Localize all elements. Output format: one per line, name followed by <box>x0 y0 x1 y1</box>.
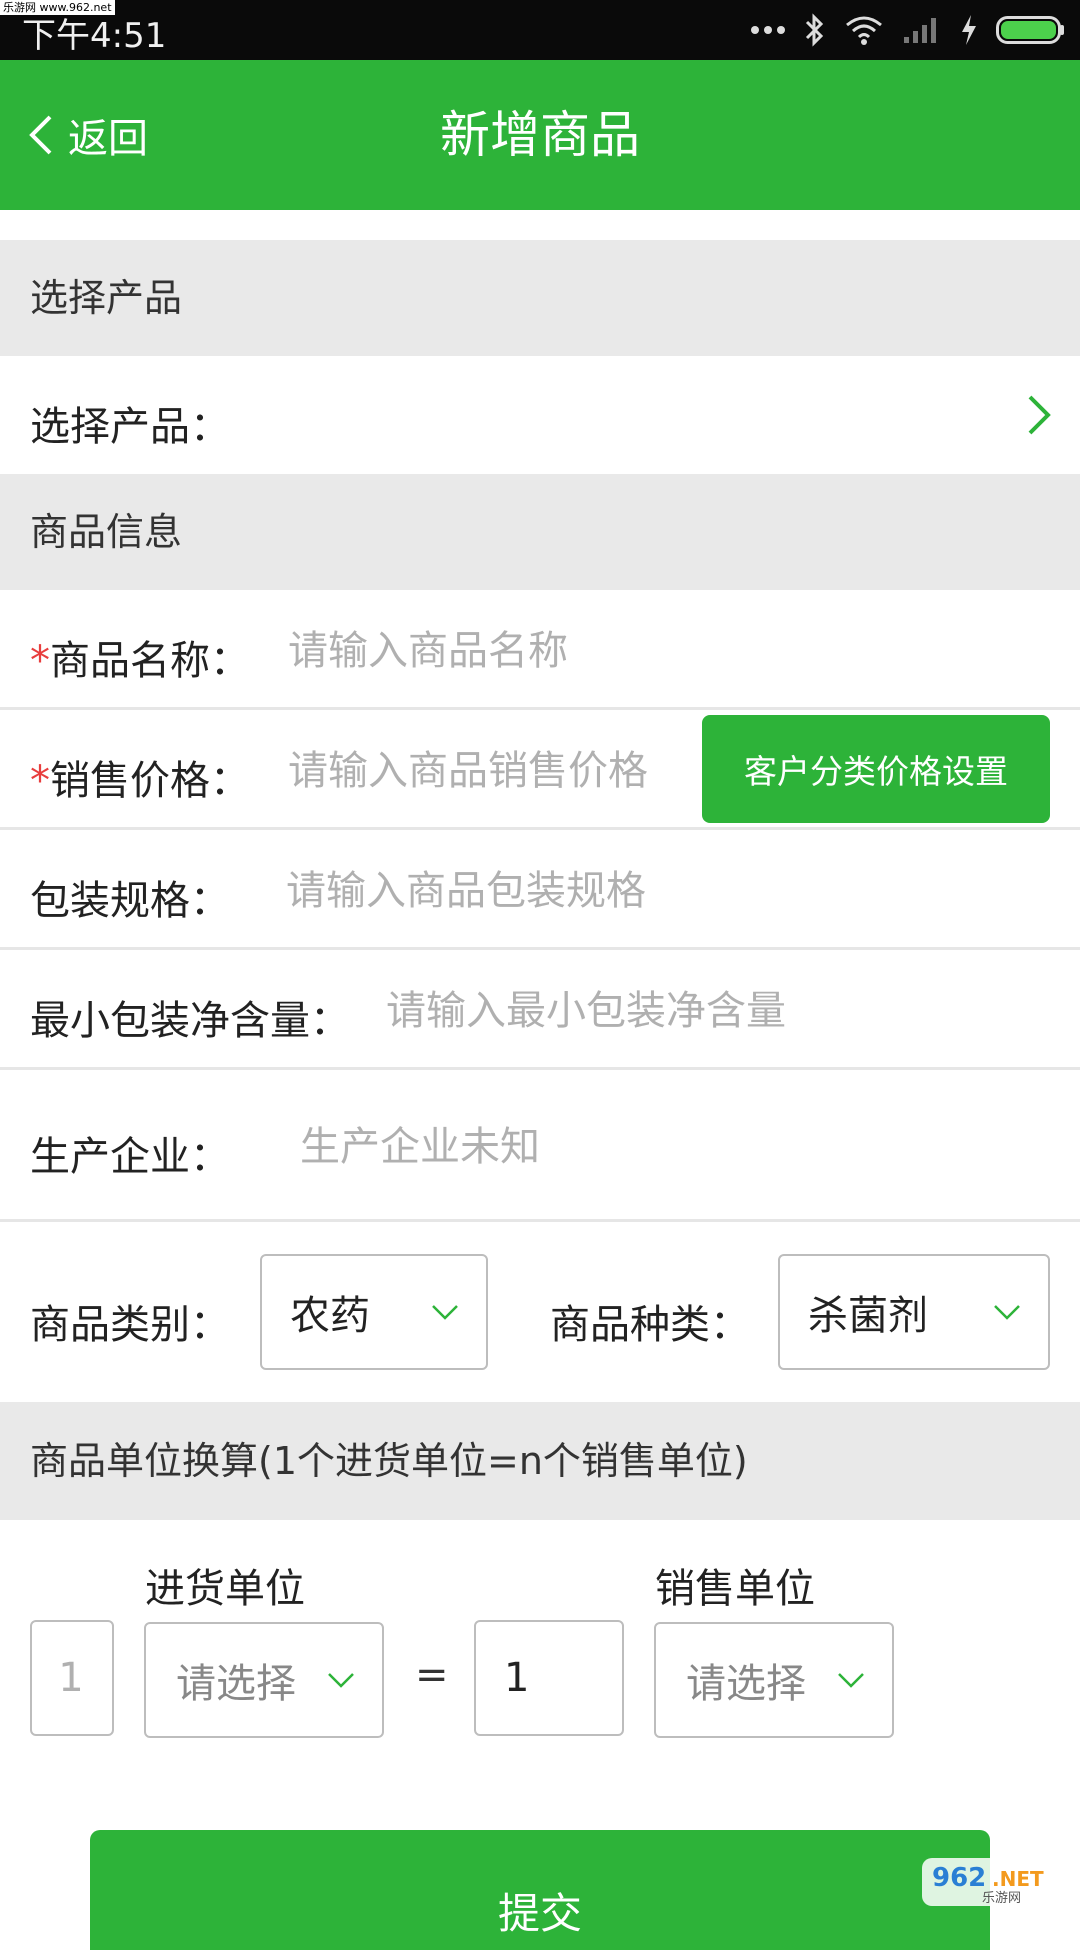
submit-button[interactable]: 提交 <box>90 1830 990 1950</box>
product-name-input[interactable] <box>288 626 1028 676</box>
sale-price-input[interactable] <box>288 746 676 796</box>
category-select[interactable]: 农药 <box>260 1254 488 1370</box>
manufacturer-input[interactable] <box>300 1122 1040 1172</box>
sales-unit-label: 销售单位 <box>655 1566 815 1612</box>
more-dots-icon <box>751 26 785 34</box>
package-spec-row: 包装规格： <box>0 830 1080 950</box>
sales-unit-value: 请选择 <box>686 1661 806 1707</box>
charging-icon <box>962 15 976 45</box>
purchase-qty-box <box>30 1620 114 1736</box>
section-product-info: 商品信息 <box>0 474 1080 590</box>
sales-qty-box <box>474 1620 624 1736</box>
product-name-label-text: 商品名称： <box>50 638 250 684</box>
bluetooth-icon <box>805 13 824 47</box>
equals-sign: = <box>415 1652 449 1698</box>
select-product-row[interactable]: 选择产品： <box>0 356 1080 474</box>
chevron-down-icon <box>328 1673 354 1688</box>
kind-selected-value: 杀菌剂 <box>808 1293 928 1339</box>
svg-text:.NET: .NET <box>992 1867 1044 1891</box>
chevron-right-icon <box>1028 395 1051 435</box>
sales-unit-select[interactable]: 请选择 <box>654 1622 894 1738</box>
svg-text:962: 962 <box>932 1863 986 1893</box>
kind-label: 商品种类： <box>550 1302 750 1348</box>
net-content-label: 最小包装净含量： <box>30 998 350 1044</box>
chevron-left-icon <box>29 115 52 155</box>
status-bar: 下午4:51 乐游网 www.962.net <box>0 0 1080 60</box>
package-spec-label: 包装规格： <box>30 878 230 924</box>
battery-icon <box>996 16 1064 44</box>
purchase-unit-value: 请选择 <box>176 1661 296 1707</box>
signal-icon <box>904 18 936 43</box>
purchase-qty-input[interactable] <box>32 1622 112 1734</box>
category-label: 商品类别： <box>30 1302 230 1348</box>
manufacturer-row: 生产企业： <box>0 1070 1080 1222</box>
wifi-icon <box>846 16 882 45</box>
required-mark: * <box>30 638 50 684</box>
kind-select[interactable]: 杀菌剂 <box>778 1254 1050 1370</box>
product-name-row: *商品名称： <box>0 590 1080 710</box>
svg-text:乐游网: 乐游网 <box>982 1891 1021 1906</box>
sale-price-label-text: 销售价格： <box>50 758 250 804</box>
watermark: 乐游网 www.962.net <box>0 0 115 15</box>
purchase-unit-select[interactable]: 请选择 <box>144 1622 384 1738</box>
customer-category-price-button[interactable]: 客户分类价格设置 <box>702 715 1050 823</box>
net-content-input[interactable] <box>386 986 1046 1036</box>
sales-qty-input[interactable] <box>476 1622 622 1734</box>
manufacturer-label: 生产企业： <box>30 1134 230 1180</box>
status-time: 下午4:51 <box>22 16 167 56</box>
required-mark: * <box>30 758 50 804</box>
back-label: 返回 <box>68 116 148 162</box>
chevron-down-icon <box>432 1305 458 1320</box>
category-selected-value: 农药 <box>290 1293 370 1339</box>
sale-price-label: *销售价格： <box>30 748 250 806</box>
purchase-unit-label: 进货单位 <box>145 1566 305 1612</box>
chevron-down-icon <box>838 1673 864 1688</box>
page-title: 新增商品 <box>440 106 640 164</box>
package-spec-input[interactable] <box>286 866 1026 916</box>
back-button[interactable]: 返回 <box>26 60 148 210</box>
select-product-label: 选择产品： <box>30 404 230 450</box>
chevron-down-icon <box>994 1305 1020 1320</box>
section-unit-conversion: 商品单位换算(1个进货单位=n个销售单位) <box>0 1402 1080 1520</box>
app-bar: 返回 新增商品 <box>0 60 1080 210</box>
status-icons <box>750 10 1066 50</box>
site-logo: 962 .NET 乐游网 <box>922 1858 1068 1906</box>
section-select-product: 选择产品 <box>0 240 1080 356</box>
product-name-label: *商品名称： <box>30 628 250 686</box>
net-content-row: 最小包装净含量： <box>0 950 1080 1070</box>
